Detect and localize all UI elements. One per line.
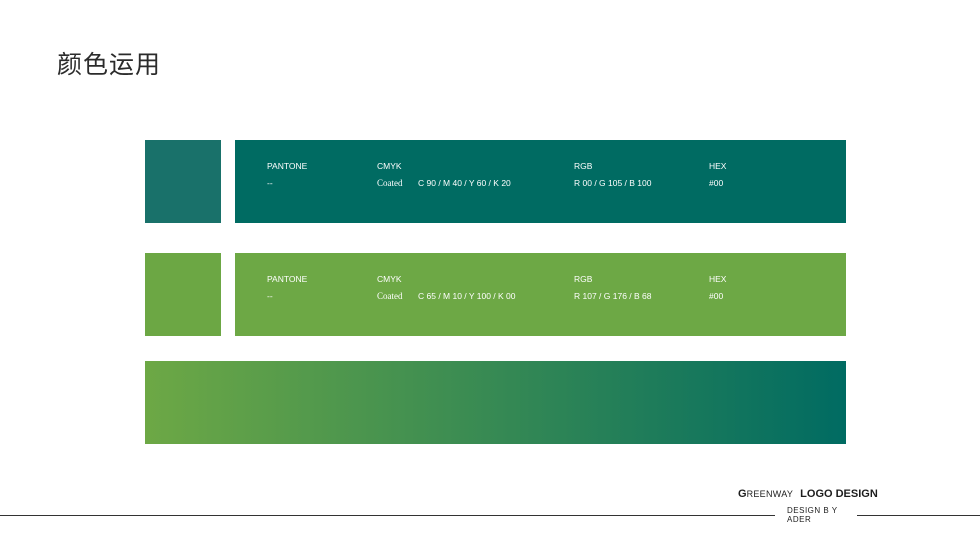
rgb-value: R 107 / G 176 / B 68 <box>574 291 652 301</box>
cmyk-value: C 90 / M 40 / Y 60 / K 20 <box>418 178 511 188</box>
footer-divider-left <box>0 515 775 516</box>
rgb-label: RGB <box>574 274 593 284</box>
hex-label: HEX <box>709 274 727 284</box>
pantone-label: PANTONE <box>267 161 308 171</box>
hex-value: #00 <box>709 291 724 301</box>
designer-credit: DESIGN B Y ADER <box>787 506 838 524</box>
teal-swatch <box>145 140 221 223</box>
green-info-bar: PANTONE -- CMYK Coated C 65 / M 10 / Y 1… <box>235 253 846 336</box>
cmyk-label: CMYK <box>377 274 402 284</box>
gradient-bar <box>145 361 846 444</box>
brand-logo-design: LOGO DESIGN <box>800 488 878 500</box>
cmyk-value: C 65 / M 10 / Y 100 / K 00 <box>418 291 516 301</box>
footer-divider-right <box>857 515 980 516</box>
brand-wordmark: GREENWAY LOGO DESIGN <box>738 488 878 501</box>
pantone-value: -- <box>267 291 273 301</box>
pantone-label: PANTONE <box>267 274 308 284</box>
page-title: 颜色运用 <box>57 50 162 79</box>
cmyk-coated-label: Coated <box>377 291 403 301</box>
cmyk-coated-label: Coated <box>377 178 403 188</box>
brand-name: REENWAY <box>746 489 794 499</box>
cmyk-label: CMYK <box>377 161 402 171</box>
hex-label: HEX <box>709 161 727 171</box>
credit-line-1: DESIGN B Y <box>787 506 838 515</box>
teal-info-bar: PANTONE -- CMYK Coated C 90 / M 40 / Y 6… <box>235 140 846 223</box>
credit-line-2: ADER <box>787 515 812 524</box>
pantone-value: -- <box>267 178 273 188</box>
brand-initial: G <box>738 488 747 500</box>
rgb-label: RGB <box>574 161 593 171</box>
rgb-value: R 00 / G 105 / B 100 <box>574 178 652 188</box>
hex-value: #00 <box>709 178 724 188</box>
green-swatch <box>145 253 221 336</box>
